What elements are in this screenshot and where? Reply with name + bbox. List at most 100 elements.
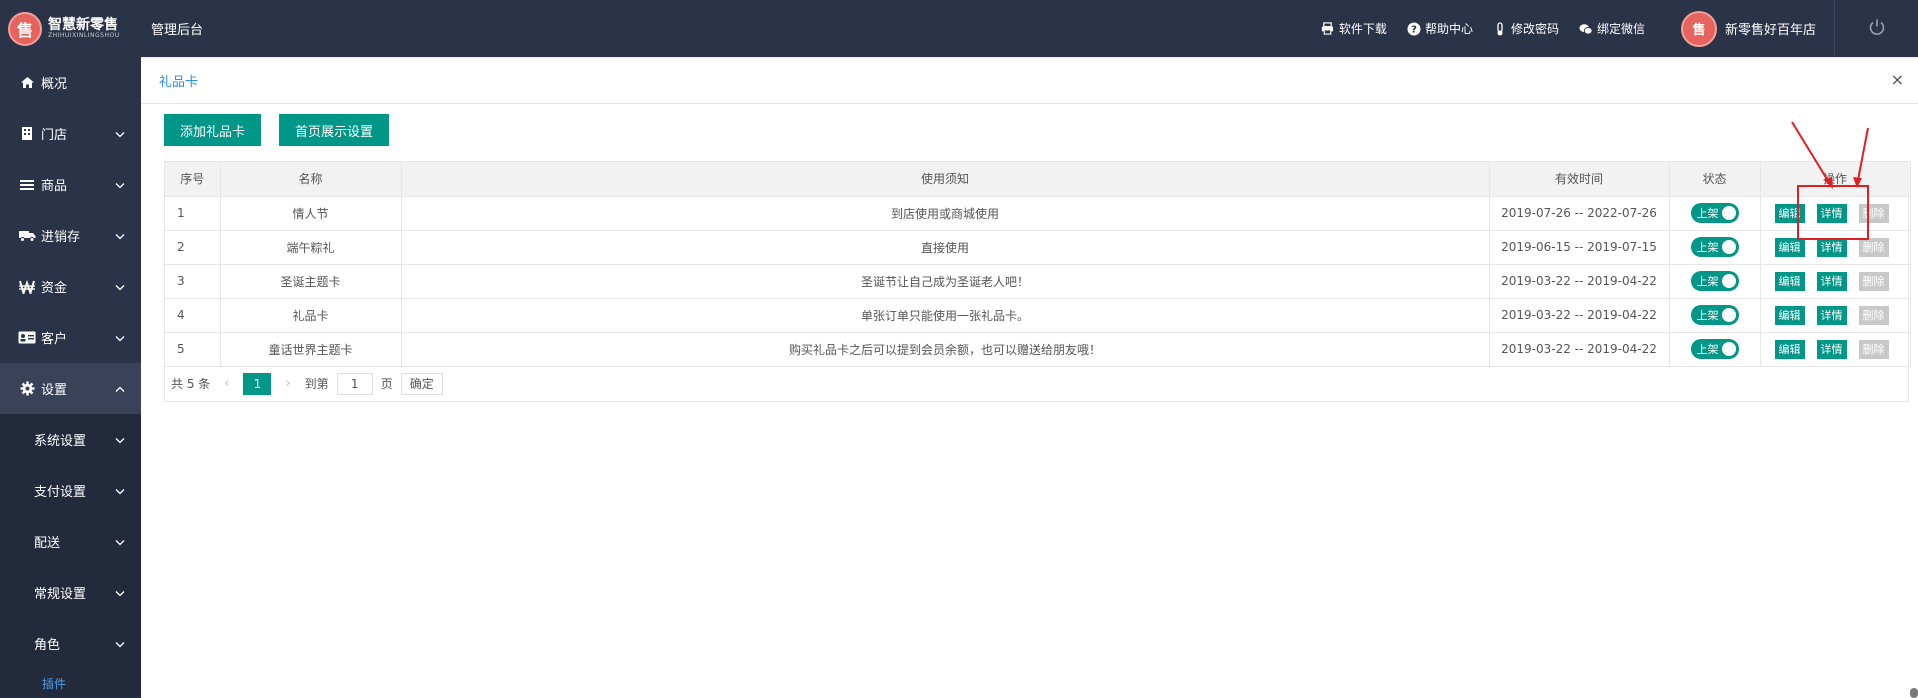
chevron-down-icon	[115, 279, 125, 294]
change-password-link[interactable]: 修改密码	[1493, 20, 1559, 37]
status-toggle[interactable]: 上架	[1690, 271, 1739, 291]
list-icon	[18, 177, 36, 193]
chevron-down-icon	[115, 126, 125, 141]
logout-button[interactable]	[1834, 0, 1918, 57]
sidebar-item-funds[interactable]: 资金	[0, 261, 141, 312]
thermometer-icon	[1493, 21, 1507, 36]
sidebar-item-store[interactable]: 门店	[0, 108, 141, 159]
card-valid-period: 2019-03-22 -- 2019-04-22	[1489, 298, 1670, 333]
sidebar: 概况 门店 商品 进销存 资金 客户 设置 系统设置 支付设置 配送 常规设置 …	[0, 57, 141, 698]
power-icon	[1868, 18, 1886, 40]
table-row: 1 情人节 到店使用或商城使用 2019-07-26 -- 2022-07-26…	[165, 196, 1911, 231]
row-number: 1	[165, 196, 221, 231]
row-number: 5	[165, 332, 221, 367]
card-notice: 到店使用或商城使用	[401, 196, 1490, 231]
detail-button[interactable]: 详情	[1816, 339, 1847, 359]
sidebar-item-label: 常规设置	[34, 587, 87, 602]
sidebar-item-label: 进销存	[41, 230, 81, 245]
brand[interactable]: 售 智慧新零售 ZHIHUIXINLINGSHOU	[0, 0, 141, 57]
column-header: 序号	[165, 162, 221, 197]
gear-icon	[18, 381, 36, 397]
sidebar-item-delivery[interactable]: 配送	[0, 516, 141, 567]
edit-button[interactable]: 编辑	[1774, 237, 1805, 257]
table-row: 3 圣诞主题卡 圣诞节让自己成为圣诞老人吧！ 2019-03-22 -- 201…	[165, 264, 1911, 299]
scrollbar-thumb[interactable]	[1910, 688, 1918, 698]
status-toggle[interactable]: 上架	[1690, 305, 1739, 325]
card-name: 童话世界主题卡	[220, 332, 402, 367]
wechat-icon	[1579, 22, 1593, 36]
bind-wechat-link[interactable]: 绑定微信	[1579, 20, 1645, 37]
card-notice: 购买礼品卡之后可以提到会员余额，也可以赠送给朋友哦！	[401, 332, 1490, 367]
chevron-down-icon	[115, 483, 125, 498]
card-name: 端午粽礼	[220, 230, 402, 265]
printer-icon	[1321, 22, 1335, 36]
home-display-settings-button[interactable]: 首页展示设置	[279, 114, 390, 146]
svg-text:?: ?	[1411, 24, 1417, 35]
help-icon: ?	[1407, 22, 1421, 36]
total-count: 共 5 条	[171, 377, 211, 391]
page-header: 礼品卡 ×	[141, 58, 1918, 104]
card-valid-period: 2019-03-22 -- 2019-04-22	[1489, 332, 1670, 367]
goto-label: 到第	[304, 377, 329, 391]
avatar[interactable]: 售	[1680, 10, 1717, 47]
card-notice: 直接使用	[401, 230, 1490, 265]
page-title: 礼品卡	[159, 75, 199, 90]
truck-icon	[18, 228, 36, 244]
sidebar-item-label: 插件	[42, 676, 67, 691]
column-header: 使用须知	[401, 162, 1490, 197]
software-download-link[interactable]: 软件下载	[1321, 20, 1387, 37]
delete-button[interactable]: 删除	[1858, 339, 1889, 359]
chevron-down-icon	[115, 585, 125, 600]
sidebar-item-general-settings[interactable]: 常规设置	[0, 567, 141, 618]
sidebar-item-customers[interactable]: 客户	[0, 312, 141, 363]
sidebar-item-goods[interactable]: 商品	[0, 159, 141, 210]
status-toggle[interactable]: 上架	[1690, 237, 1739, 257]
bind-wechat-label: 绑定微信	[1596, 22, 1645, 36]
annotation-arrows	[1791, 121, 1869, 189]
status-toggle[interactable]: 上架	[1690, 203, 1739, 223]
chevron-down-icon	[115, 228, 125, 243]
sidebar-item-plugins[interactable]: 插件	[0, 669, 141, 697]
sidebar-item-label: 设置	[41, 383, 68, 398]
next-page-icon[interactable]: ›	[279, 376, 296, 391]
current-page[interactable]: 1	[243, 372, 272, 395]
sidebar-item-system-settings[interactable]: 系统设置	[0, 414, 141, 465]
status-toggle[interactable]: 上架	[1690, 339, 1739, 359]
delete-button[interactable]: 删除	[1858, 237, 1889, 257]
card-valid-period: 2019-06-15 -- 2019-07-15	[1489, 230, 1670, 265]
shop-name[interactable]: 新零售好百年店	[1725, 19, 1816, 38]
prev-page-icon[interactable]: ‹	[218, 376, 235, 391]
gift-card-table: 序号 名称 使用须知 有效时间 状态 操作 1 情人节 到店使用或商城使用 20…	[164, 161, 1911, 402]
column-header: 状态	[1669, 162, 1761, 197]
edit-button[interactable]: 编辑	[1774, 271, 1805, 291]
detail-button[interactable]: 详情	[1816, 271, 1847, 291]
detail-button[interactable]: 详情	[1816, 305, 1847, 325]
sidebar-item-label: 概况	[41, 77, 68, 92]
delete-button[interactable]: 删除	[1858, 305, 1889, 325]
sidebar-item-settings[interactable]: 设置	[0, 363, 141, 414]
sidebar-item-label: 客户	[41, 332, 68, 347]
card-notice: 单张订单只能使用一张礼品卡。	[401, 298, 1490, 333]
card-name: 礼品卡	[220, 298, 402, 333]
detail-button[interactable]: 详情	[1816, 237, 1847, 257]
column-header: 有效时间	[1489, 162, 1670, 197]
sidebar-item-overview[interactable]: 概况	[0, 57, 141, 108]
edit-button[interactable]: 编辑	[1774, 305, 1805, 325]
software-download-label: 软件下载	[1338, 22, 1387, 36]
app-title: 管理后台	[151, 23, 204, 38]
sidebar-item-roles[interactable]: 角色	[0, 618, 141, 669]
sidebar-item-inventory[interactable]: 进销存	[0, 210, 141, 261]
goto-page-input[interactable]	[336, 372, 373, 395]
sidebar-item-payment-settings[interactable]: 支付设置	[0, 465, 141, 516]
goto-confirm-button[interactable]: 确定	[400, 372, 443, 395]
close-icon[interactable]: ×	[1891, 70, 1904, 89]
delete-button[interactable]: 删除	[1858, 271, 1889, 291]
main-content: 礼品卡 × 添加礼品卡 首页展示设置 序号 名称 使用须知 有效时间 状态 操作	[141, 57, 1918, 698]
table-row: 5 童话世界主题卡 购买礼品卡之后可以提到会员余额，也可以赠送给朋友哦！ 201…	[165, 332, 1911, 367]
help-center-link[interactable]: ? 帮助中心	[1407, 20, 1473, 37]
sidebar-item-label: 门店	[41, 128, 68, 143]
edit-button[interactable]: 编辑	[1774, 339, 1805, 359]
table-row: 2 端午粽礼 直接使用 2019-06-15 -- 2019-07-15 上架 …	[165, 230, 1911, 265]
add-gift-card-button[interactable]: 添加礼品卡	[164, 114, 262, 146]
card-valid-period: 2019-07-26 -- 2022-07-26	[1489, 196, 1670, 231]
